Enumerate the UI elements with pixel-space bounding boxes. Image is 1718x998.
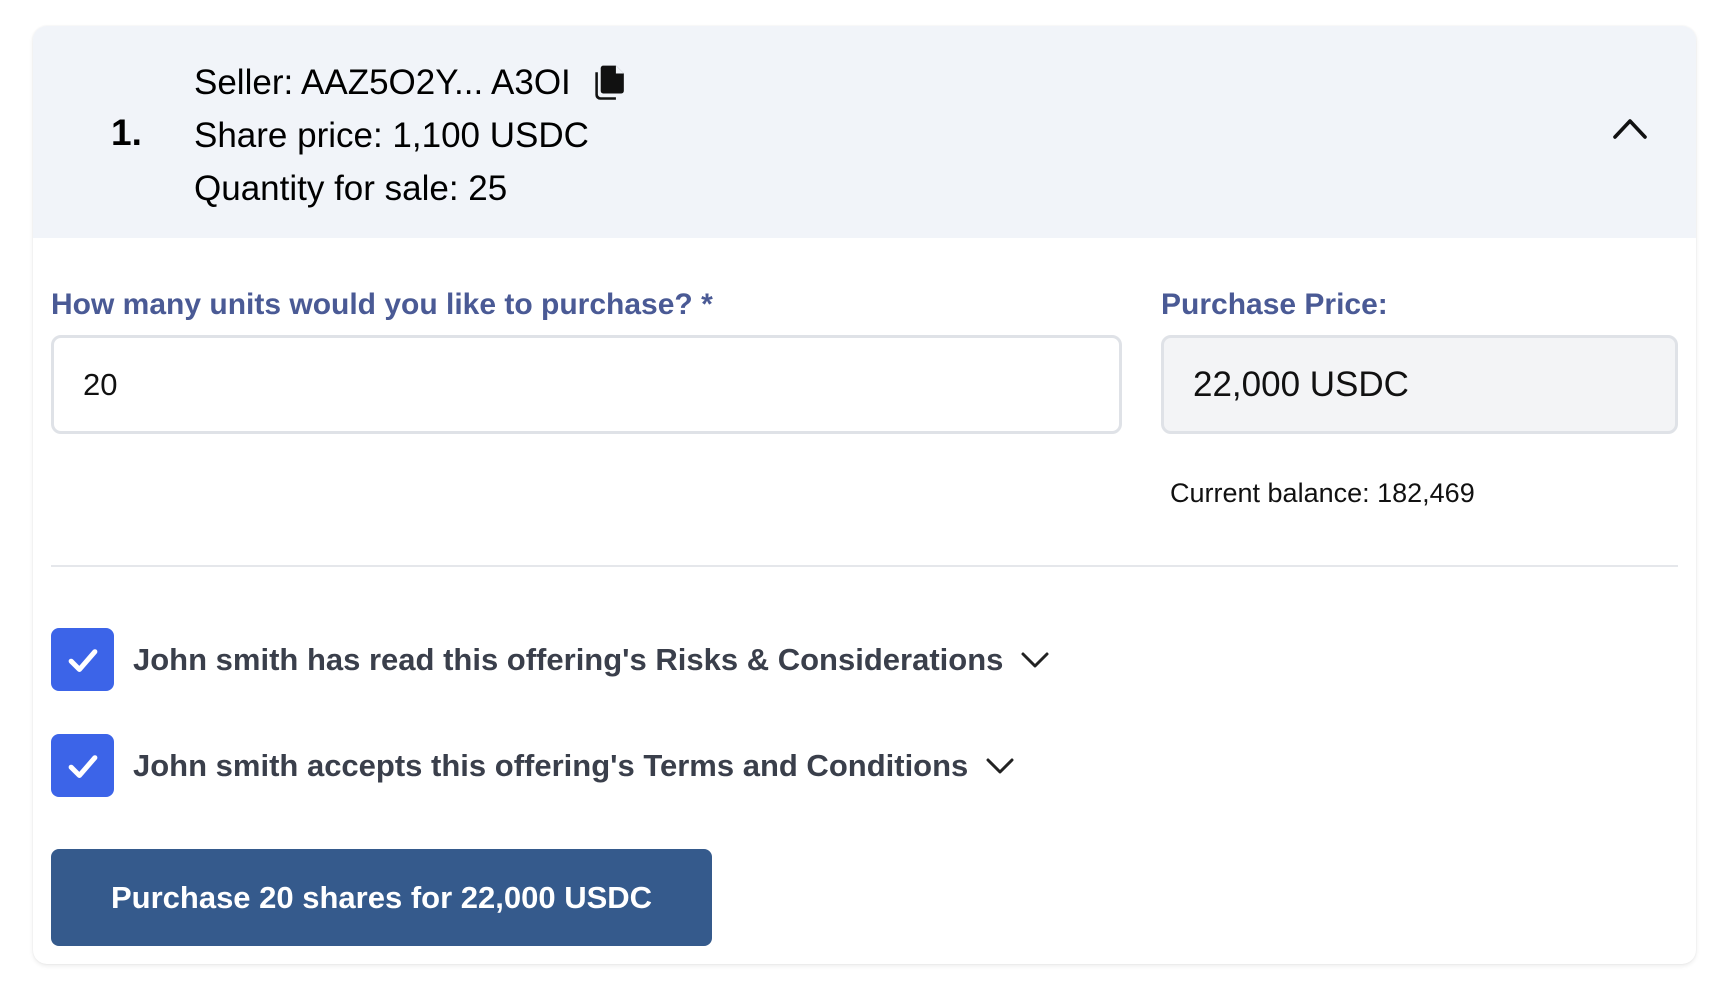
risks-checkbox[interactable] bbox=[51, 628, 114, 691]
offer-index: 1. bbox=[111, 112, 142, 153]
units-label: How many units would you like to purchas… bbox=[51, 288, 713, 321]
seller-line: Seller: AAZ5O2Y... A3OI bbox=[194, 56, 627, 109]
seller-text: Seller: AAZ5O2Y... A3OI bbox=[194, 63, 571, 102]
risks-agreement-row: John smith has read this offering's Risk… bbox=[51, 628, 1050, 691]
terms-checkbox[interactable] bbox=[51, 734, 114, 797]
purchase-price-value: 22,000 USDC bbox=[1193, 364, 1409, 404]
risks-label: John smith has read this offering's Risk… bbox=[133, 641, 1004, 677]
chevron-down-icon[interactable] bbox=[1020, 650, 1050, 670]
price-label: Purchase Price: bbox=[1161, 288, 1388, 321]
chevron-down-icon[interactable] bbox=[985, 756, 1015, 776]
offer-info: Seller: AAZ5O2Y... A3OI Share price: 1,1… bbox=[194, 56, 627, 215]
quantity-line: Quantity for sale: 25 bbox=[194, 169, 508, 208]
checkmark-icon bbox=[68, 648, 97, 672]
share-price-line: Share price: 1,100 USDC bbox=[194, 116, 589, 155]
divider bbox=[51, 565, 1678, 567]
checkmark-icon bbox=[68, 754, 97, 778]
units-input[interactable] bbox=[51, 335, 1122, 434]
terms-label: John smith accepts this offering's Terms… bbox=[133, 747, 969, 783]
terms-agreement-row: John smith accepts this offering's Terms… bbox=[51, 734, 1015, 797]
offer-header[interactable]: 1. Seller: AAZ5O2Y... A3OI Share price: … bbox=[33, 26, 1696, 238]
chevron-up-icon[interactable] bbox=[1612, 116, 1648, 140]
copy-icon[interactable] bbox=[589, 64, 627, 102]
purchase-price-field: 22,000 USDC bbox=[1161, 335, 1678, 434]
current-balance: Current balance: 182,469 bbox=[1170, 478, 1475, 508]
purchase-button[interactable]: Purchase 20 shares for 22,000 USDC bbox=[51, 849, 712, 946]
offer-card: 1. Seller: AAZ5O2Y... A3OI Share price: … bbox=[33, 26, 1696, 964]
